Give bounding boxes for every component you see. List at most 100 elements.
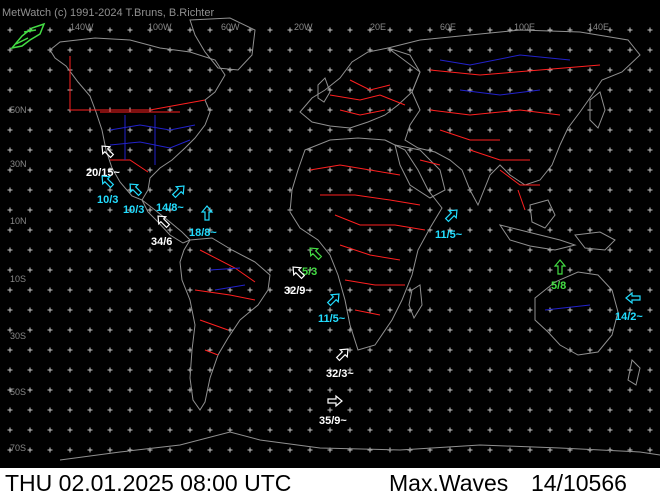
grid-cross xyxy=(7,227,13,233)
grid-cross xyxy=(467,387,473,393)
wave-report[interactable]: 5/3 xyxy=(302,245,323,278)
wave-direction-arrow-icon xyxy=(444,209,458,223)
wave-report[interactable]: 14/8~ xyxy=(156,183,187,214)
indonesia-coastline xyxy=(498,224,577,251)
grid-cross xyxy=(607,47,613,53)
grid-cross xyxy=(287,227,293,233)
wave-report[interactable]: 11/5~ xyxy=(435,207,463,241)
grid-cross xyxy=(127,287,133,293)
grid-cross xyxy=(247,207,253,213)
grid-cross xyxy=(227,367,233,373)
grid-cross xyxy=(227,347,233,353)
grid-cross xyxy=(147,287,153,293)
longitude-label: 100W xyxy=(148,22,172,32)
grid-cross xyxy=(267,327,273,333)
grid-cross xyxy=(67,167,73,173)
grid-cross xyxy=(627,287,633,293)
grid-cross xyxy=(487,447,493,453)
grid-cross xyxy=(467,347,473,353)
grid-cross xyxy=(27,227,33,233)
grid-cross xyxy=(287,47,293,53)
wave-report[interactable]: 5/8 xyxy=(551,259,566,292)
grid-cross xyxy=(207,447,213,453)
grid-cross xyxy=(427,307,433,313)
grid-cross xyxy=(427,347,433,353)
grid-cross xyxy=(167,187,173,193)
grid-cross xyxy=(187,167,193,173)
grid-cross xyxy=(67,227,73,233)
grid-cross xyxy=(507,107,513,113)
wave-report[interactable]: 18/8~ xyxy=(189,205,217,239)
grid-cross xyxy=(287,87,293,93)
grid-cross xyxy=(67,207,73,213)
grid-cross xyxy=(87,227,93,233)
grid-cross xyxy=(587,427,593,433)
grid-cross xyxy=(387,67,393,73)
grid-cross xyxy=(127,127,133,133)
grid-cross xyxy=(407,267,413,273)
world-map[interactable]: 140W 100W 60W 20W 20E 60E 100E 140E 50N 30N 10N 10… xyxy=(0,0,660,468)
grid-cross xyxy=(27,407,33,413)
grid-cross xyxy=(327,127,333,133)
grid-cross xyxy=(607,407,613,413)
grid-cross xyxy=(627,247,633,253)
grid-cross xyxy=(187,67,193,73)
grid-cross xyxy=(407,407,413,413)
wave-report[interactable]: 14/2~ xyxy=(615,291,643,323)
wave-report[interactable]: 10/3 xyxy=(123,181,144,216)
grid-cross xyxy=(307,107,313,113)
grid-cross xyxy=(387,267,393,273)
grid-cross xyxy=(647,167,653,173)
grid-cross xyxy=(527,167,533,173)
new-guinea-coastline xyxy=(574,231,616,251)
grid-cross xyxy=(107,187,113,193)
grid-cross xyxy=(107,387,113,393)
grid-cross xyxy=(647,367,653,373)
grid-cross xyxy=(647,427,653,433)
grid-cross xyxy=(407,47,413,53)
wave-report[interactable]: 20/15~ xyxy=(86,143,121,179)
grid-cross xyxy=(627,207,633,213)
grid-cross xyxy=(367,227,373,233)
grid-cross xyxy=(207,307,213,313)
grid-cross xyxy=(527,127,533,133)
grid-cross xyxy=(247,287,253,293)
grid-cross xyxy=(607,387,613,393)
grid-cross xyxy=(547,347,553,353)
grid-cross xyxy=(487,107,493,113)
grid-cross xyxy=(167,387,173,393)
grid-cross xyxy=(127,47,133,53)
longitude-label: 60W xyxy=(221,22,240,32)
grid-cross xyxy=(147,227,153,233)
grid-cross xyxy=(7,87,13,93)
grid-cross xyxy=(247,267,253,273)
grid-cross xyxy=(467,227,473,233)
grid-cross xyxy=(187,87,193,93)
grid-cross xyxy=(267,347,273,353)
grid-cross xyxy=(387,287,393,293)
grid-cross xyxy=(547,147,553,153)
grid-cross xyxy=(87,67,93,73)
grid-cross xyxy=(427,247,433,253)
grid-cross xyxy=(507,187,513,193)
grid-cross xyxy=(627,27,633,33)
grid-cross xyxy=(627,387,633,393)
grid-cross xyxy=(227,387,233,393)
wave-height-period-label: 5/8 xyxy=(551,280,566,292)
grid-cross xyxy=(307,207,313,213)
grid-cross xyxy=(147,127,153,133)
wave-report[interactable]: 35/9~ xyxy=(319,394,347,427)
grid-cross xyxy=(127,167,133,173)
grid-cross xyxy=(447,347,453,353)
status-bar: THU 02.01.2025 08:00 UTC Max.Waves 14/10… xyxy=(0,468,660,500)
wave-report[interactable]: 11/5~ xyxy=(318,291,346,325)
grid-cross xyxy=(107,347,113,353)
grid-cross xyxy=(487,367,493,373)
grid-cross xyxy=(547,267,553,273)
grid-cross xyxy=(147,87,153,93)
grid-cross xyxy=(527,387,533,393)
grid-cross xyxy=(427,87,433,93)
grid-cross xyxy=(7,347,13,353)
grid-cross xyxy=(607,187,613,193)
grid-cross xyxy=(327,287,333,293)
